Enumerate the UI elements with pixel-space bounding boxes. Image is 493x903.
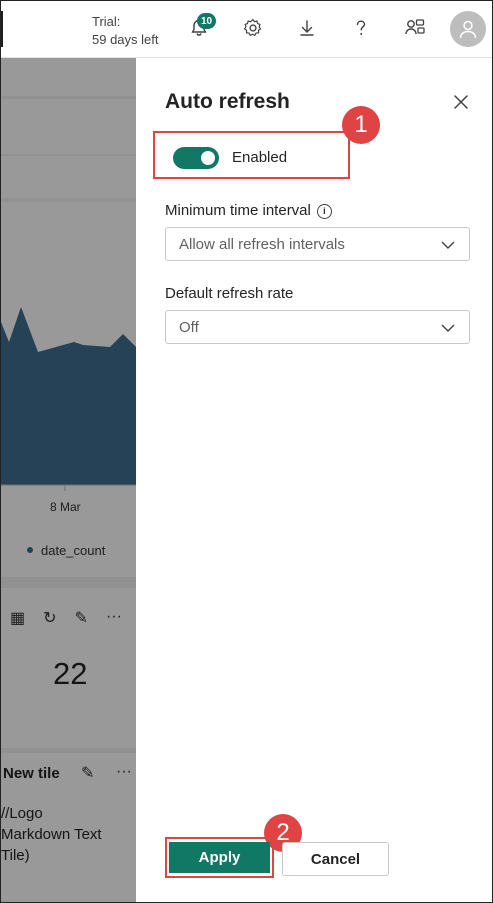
- legend-label: date_count: [41, 543, 106, 558]
- help-icon[interactable]: [348, 15, 374, 41]
- x-tick-label: 8 Mar: [50, 500, 81, 514]
- edit-icon[interactable]: ✎: [75, 608, 88, 628]
- gear-icon[interactable]: [240, 15, 266, 41]
- cancel-button[interactable]: Cancel: [282, 842, 389, 876]
- toggle-knob: [201, 151, 215, 165]
- text-tile: New tile ✎ ··· //Logo Markdown Text Tile…: [1, 753, 136, 902]
- dashboard-background: 8 Mar date_count ▦ ↻ ✎ ··· 22 New tile ✎…: [1, 58, 136, 902]
- default-rate-label: Default refresh rate: [165, 285, 294, 302]
- top-bar: Trial: 59 days left 10: [1, 1, 492, 58]
- toggle-label: Enabled: [232, 149, 288, 166]
- trial-status: Trial: 59 days left: [92, 13, 159, 49]
- download-icon[interactable]: [294, 15, 320, 41]
- panel-title: Auto refresh: [165, 90, 290, 113]
- more-icon[interactable]: ···: [106, 608, 122, 628]
- info-icon[interactable]: i: [316, 203, 332, 219]
- tile-title: New tile: [3, 765, 60, 782]
- step-marker-1: 1: [342, 106, 380, 144]
- trial-label: Trial:: [92, 14, 121, 29]
- apply-button[interactable]: Apply: [169, 842, 270, 873]
- notification-badge: 10: [197, 13, 216, 29]
- more-icon[interactable]: ···: [116, 763, 132, 781]
- refresh-icon[interactable]: ↻: [43, 608, 56, 628]
- card-tile: ▦ ↻ ✎ ··· 22: [1, 588, 136, 748]
- default-rate-value: Off: [179, 319, 199, 336]
- tile-markdown-text: //Logo Markdown Text Tile): [1, 805, 102, 864]
- min-interval-label: Minimum time interval i: [165, 202, 332, 219]
- card-value: 22: [53, 656, 88, 691]
- chart-area-series: [1, 307, 136, 485]
- default-rate-dropdown[interactable]: Off: [165, 310, 470, 344]
- area-chart: [1, 307, 136, 491]
- min-interval-dropdown[interactable]: Allow all refresh intervals: [165, 227, 470, 261]
- edit-icon[interactable]: ✎: [81, 763, 94, 783]
- search-box-edge: [1, 11, 3, 47]
- close-icon[interactable]: [451, 92, 471, 112]
- app-window: Trial: 59 days left 10 8 Mar date_count …: [0, 0, 493, 903]
- trial-days-left: 59 days left: [92, 32, 159, 47]
- chart-tile: 8 Mar date_count: [1, 202, 136, 577]
- chevron-down-icon: [441, 241, 455, 249]
- enabled-toggle[interactable]: [173, 147, 219, 169]
- min-interval-value: Allow all refresh intervals: [179, 236, 345, 253]
- auto-refresh-panel: Auto refresh Enabled 1 Minimum time inte…: [136, 58, 492, 902]
- legend-marker: [27, 547, 33, 553]
- chevron-down-icon: [441, 324, 455, 332]
- avatar-icon: [459, 20, 477, 39]
- table-icon[interactable]: ▦: [10, 608, 25, 628]
- avatar[interactable]: [450, 11, 486, 47]
- share-icon[interactable]: [402, 15, 428, 41]
